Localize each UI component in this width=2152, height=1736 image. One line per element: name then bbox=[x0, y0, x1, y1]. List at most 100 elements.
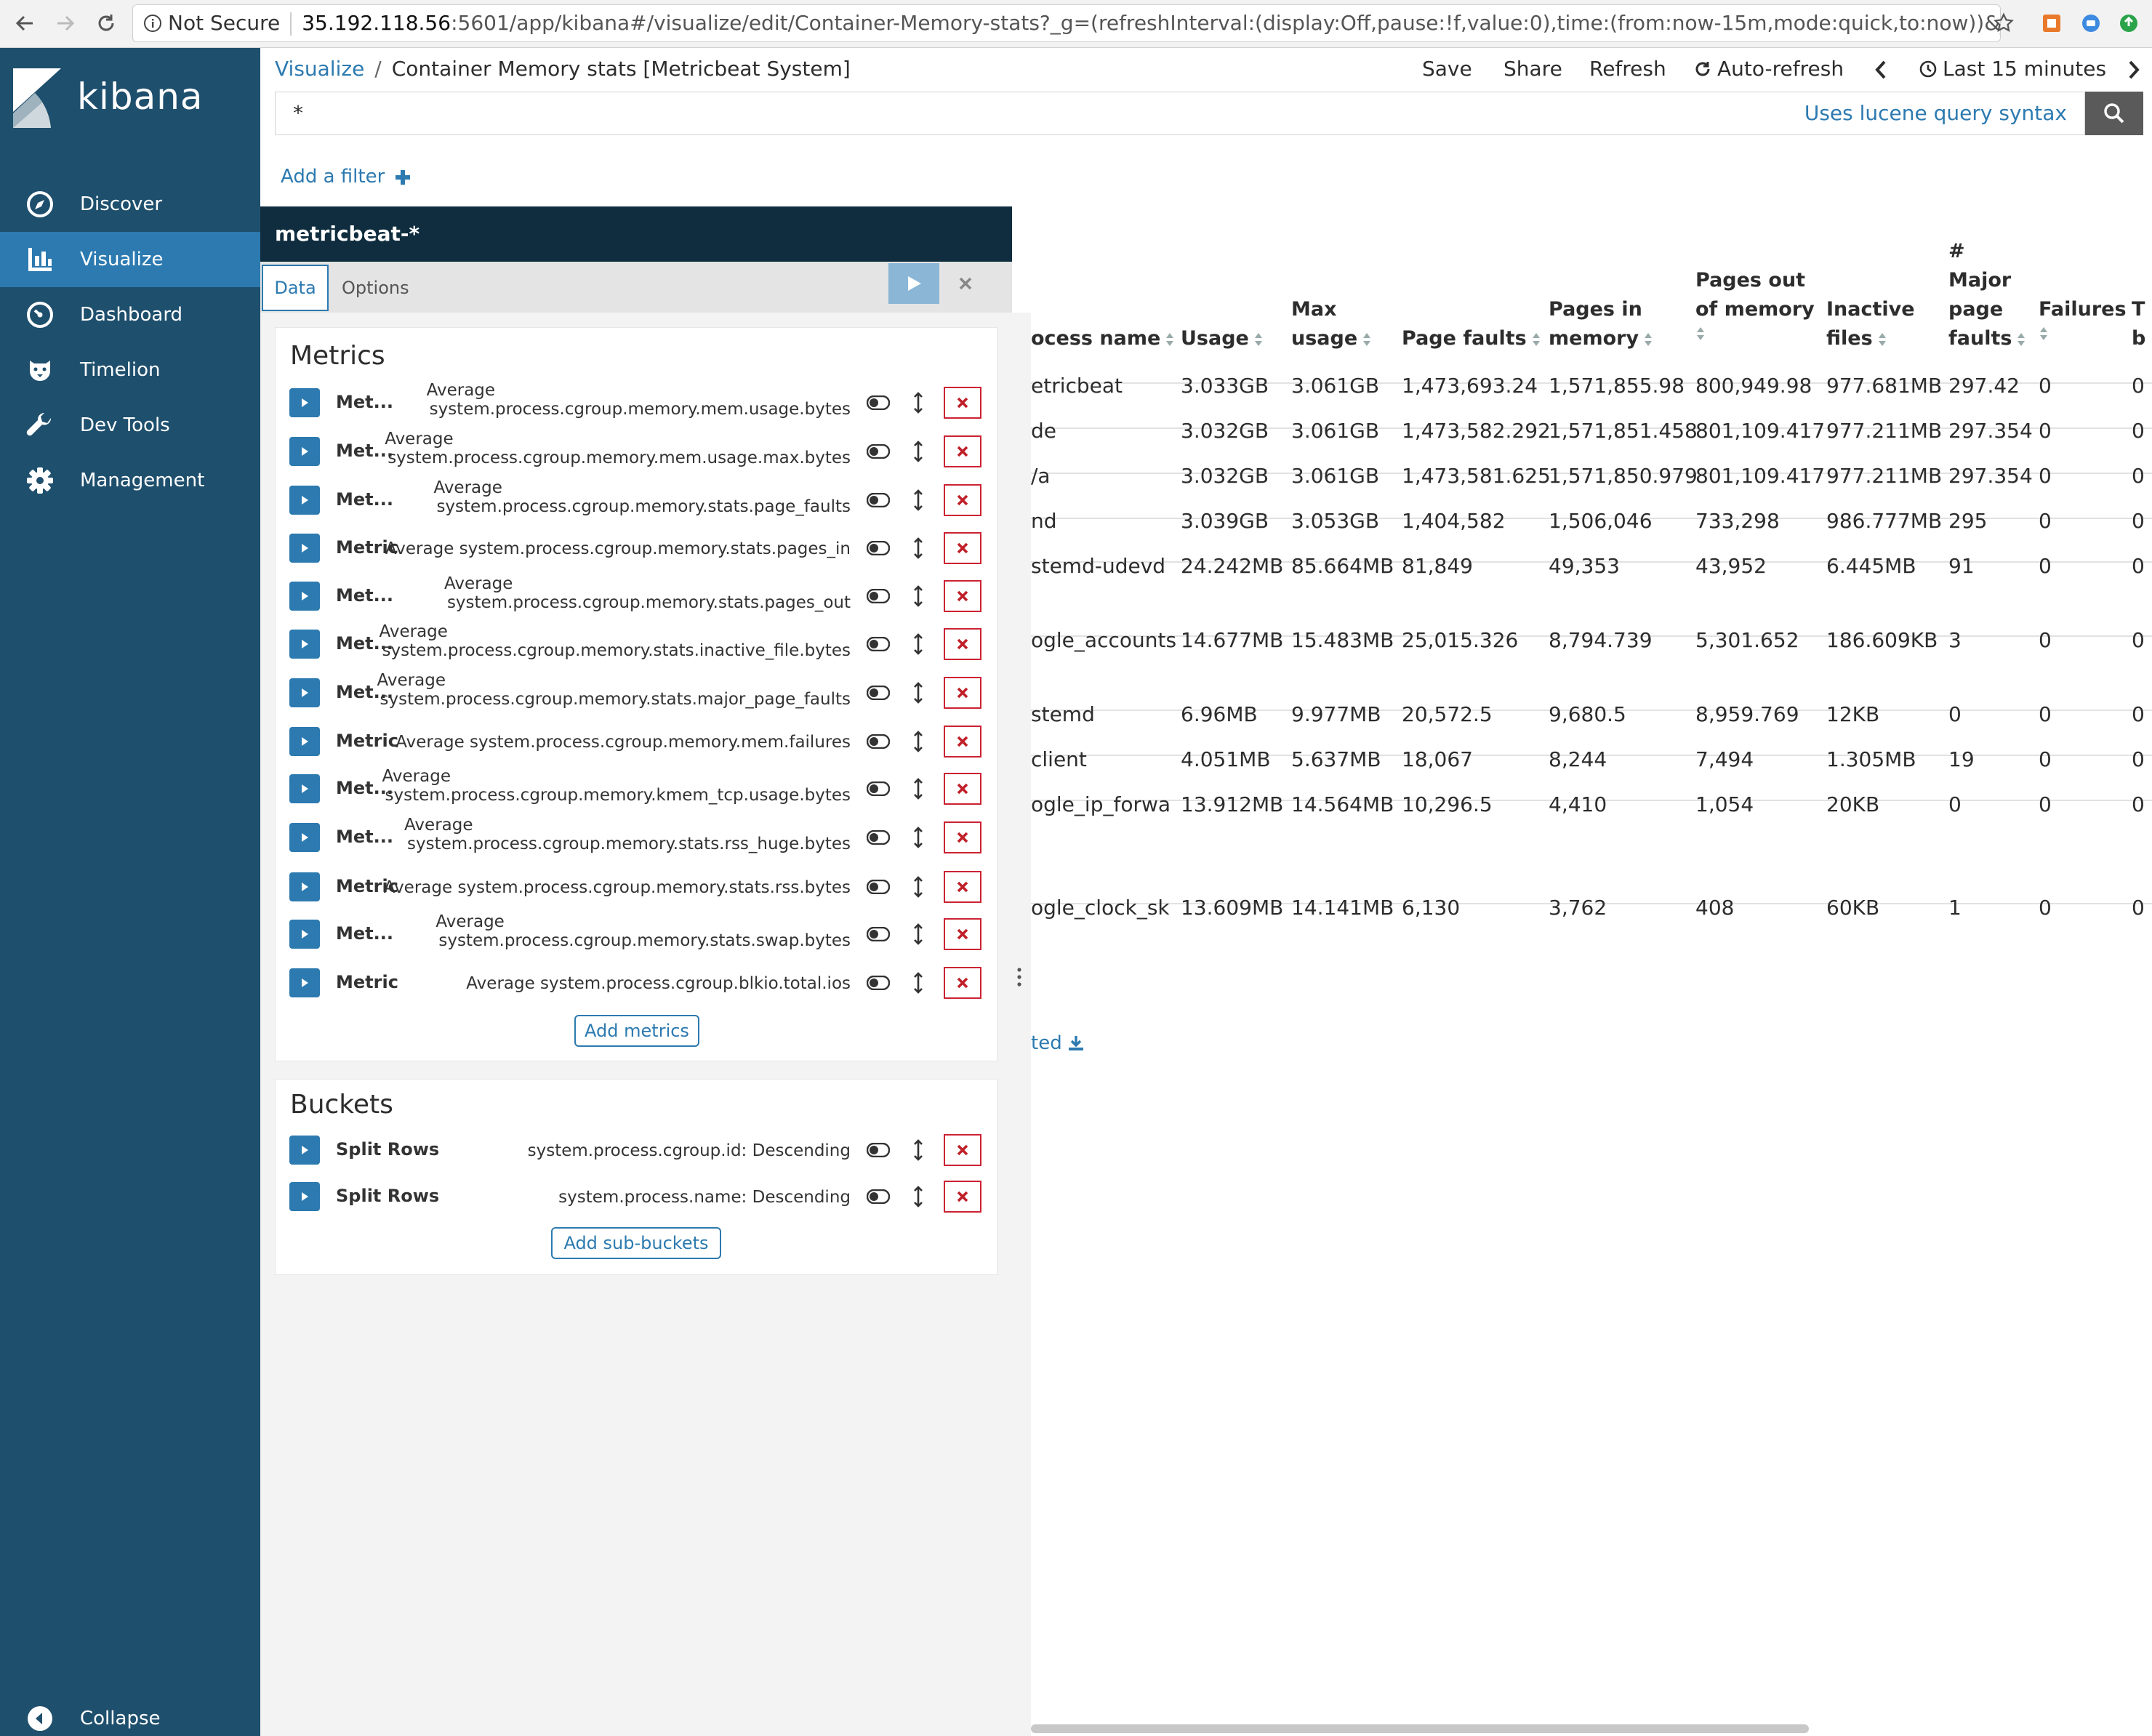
time-back-chevron-icon[interactable] bbox=[1874, 60, 1887, 80]
remove-metric-button[interactable] bbox=[944, 484, 981, 516]
toggle-icon[interactable] bbox=[864, 874, 893, 900]
reload-icon[interactable] bbox=[90, 7, 122, 39]
table-cell[interactable]: stemd bbox=[1031, 702, 1095, 726]
remove-metric-button[interactable] bbox=[944, 387, 981, 419]
back-arrow-icon[interactable] bbox=[9, 7, 41, 39]
table-cell[interactable]: de bbox=[1031, 419, 1056, 443]
sort-arrows-icon[interactable] bbox=[1643, 331, 1653, 347]
remove-metric-button[interactable] bbox=[944, 435, 981, 467]
sidebar-item-dev-tools[interactable]: Dev Tools bbox=[0, 398, 260, 453]
sort-arrows-icon[interactable] bbox=[1165, 331, 1175, 347]
sidebar-item-discover[interactable]: Discover bbox=[0, 177, 260, 232]
forward-arrow-icon[interactable] bbox=[49, 7, 81, 39]
time-forward-chevron-icon[interactable] bbox=[2127, 60, 2140, 80]
toggle-icon[interactable] bbox=[864, 487, 893, 513]
reorder-arrows-icon[interactable] bbox=[907, 680, 929, 706]
search-button[interactable] bbox=[2085, 92, 2143, 135]
remove-metric-button[interactable] bbox=[944, 532, 981, 564]
reorder-arrows-icon[interactable] bbox=[907, 390, 929, 416]
sort-arrows-icon[interactable] bbox=[2039, 326, 2049, 342]
refresh-button[interactable]: Refresh bbox=[1589, 57, 1666, 81]
table-cell[interactable]: etricbeat bbox=[1031, 374, 1123, 398]
table-cell[interactable]: stemd-udevd bbox=[1031, 554, 1165, 578]
reorder-arrows-icon[interactable] bbox=[907, 776, 929, 802]
expand-chevron-icon[interactable] bbox=[289, 920, 320, 949]
toggle-icon[interactable] bbox=[864, 824, 893, 851]
expand-chevron-icon[interactable] bbox=[289, 678, 320, 707]
remove-metric-button[interactable] bbox=[944, 821, 981, 853]
toggle-icon[interactable] bbox=[864, 438, 893, 465]
save-button[interactable]: Save bbox=[1422, 57, 1472, 81]
extension-green-icon[interactable] bbox=[2113, 7, 2145, 39]
expand-chevron-icon[interactable] bbox=[289, 823, 320, 852]
export-formatted-link[interactable]: ted bbox=[1031, 1032, 1084, 1054]
reorder-arrows-icon[interactable] bbox=[907, 438, 929, 465]
breadcrumb-visualize-link[interactable]: Visualize bbox=[275, 57, 364, 81]
toggle-icon[interactable] bbox=[864, 1137, 893, 1163]
sidebar-item-timelion[interactable]: Timelion bbox=[0, 342, 260, 398]
expand-chevron-icon[interactable] bbox=[289, 1136, 320, 1165]
tab-options[interactable]: Options bbox=[342, 265, 409, 311]
remove-metric-button[interactable] bbox=[944, 871, 981, 903]
reorder-arrows-icon[interactable] bbox=[907, 583, 929, 609]
expand-chevron-icon[interactable] bbox=[289, 437, 320, 466]
toggle-icon[interactable] bbox=[864, 1184, 893, 1210]
sort-arrows-icon[interactable] bbox=[1695, 326, 1706, 342]
extension-blue-icon[interactable] bbox=[2075, 7, 2107, 39]
reorder-arrows-icon[interactable] bbox=[907, 874, 929, 900]
remove-metric-button[interactable] bbox=[944, 628, 981, 660]
apply-changes-button[interactable] bbox=[888, 263, 939, 304]
tab-data[interactable]: Data bbox=[262, 265, 329, 311]
address-bar[interactable]: Not Secure 35.192.118.56:5601/app/kibana#… bbox=[132, 4, 2001, 42]
toggle-icon[interactable] bbox=[864, 535, 893, 561]
expand-chevron-icon[interactable] bbox=[289, 1182, 320, 1211]
discard-changes-button[interactable] bbox=[945, 263, 986, 304]
reorder-arrows-icon[interactable] bbox=[907, 921, 929, 947]
sort-arrows-icon[interactable] bbox=[1531, 331, 1541, 347]
expand-chevron-icon[interactable] bbox=[289, 727, 320, 756]
expand-chevron-icon[interactable] bbox=[289, 388, 320, 417]
extension-orange-icon[interactable] bbox=[2036, 7, 2068, 39]
expand-chevron-icon[interactable] bbox=[289, 534, 320, 563]
sidebar-item-management[interactable]: Management bbox=[0, 453, 260, 508]
toggle-icon[interactable] bbox=[864, 921, 893, 947]
remove-metric-button[interactable] bbox=[944, 918, 981, 950]
remove-bucket-button[interactable] bbox=[944, 1181, 981, 1213]
sidebar-item-visualize[interactable]: Visualize bbox=[0, 232, 260, 287]
expand-chevron-icon[interactable] bbox=[289, 582, 320, 611]
sort-arrows-icon[interactable] bbox=[1877, 331, 1887, 347]
expand-chevron-icon[interactable] bbox=[289, 968, 320, 997]
add-metrics-button[interactable]: Add metrics bbox=[574, 1015, 699, 1047]
expand-chevron-icon[interactable] bbox=[289, 630, 320, 659]
time-picker-button[interactable]: Last 15 minutes bbox=[1919, 57, 2106, 81]
auto-refresh-button[interactable]: Auto-refresh bbox=[1694, 57, 1844, 81]
table-cell[interactable]: ogle_clock_sk bbox=[1031, 896, 1170, 920]
sort-arrows-icon[interactable] bbox=[2016, 331, 2026, 347]
expand-chevron-icon[interactable] bbox=[289, 872, 320, 901]
table-cell[interactable]: /a bbox=[1031, 464, 1051, 488]
toggle-icon[interactable] bbox=[864, 728, 893, 755]
remove-bucket-button[interactable] bbox=[944, 1134, 981, 1166]
bookmark-star-icon[interactable] bbox=[1988, 7, 2020, 39]
table-cell[interactable]: ogle_ip_forwa bbox=[1031, 792, 1171, 816]
table-cell[interactable]: client bbox=[1031, 747, 1087, 771]
expand-chevron-icon[interactable] bbox=[289, 486, 320, 515]
remove-metric-button[interactable] bbox=[944, 967, 981, 999]
toggle-icon[interactable] bbox=[864, 970, 893, 996]
remove-metric-button[interactable] bbox=[944, 677, 981, 709]
reorder-arrows-icon[interactable] bbox=[907, 487, 929, 513]
share-button[interactable]: Share bbox=[1503, 57, 1562, 81]
sort-arrows-icon[interactable] bbox=[1253, 331, 1264, 347]
panel-resize-handle-icon[interactable] bbox=[1016, 967, 1022, 989]
remove-metric-button[interactable] bbox=[944, 580, 981, 612]
reorder-arrows-icon[interactable] bbox=[907, 728, 929, 755]
remove-metric-button[interactable] bbox=[944, 773, 981, 805]
remove-metric-button[interactable] bbox=[944, 726, 981, 758]
toggle-icon[interactable] bbox=[864, 680, 893, 706]
reorder-arrows-icon[interactable] bbox=[907, 970, 929, 996]
horizontal-scrollbar[interactable] bbox=[1031, 1724, 1809, 1733]
sort-arrows-icon[interactable] bbox=[1362, 331, 1372, 347]
search-input[interactable]: * Uses lucene query syntax bbox=[275, 92, 2085, 135]
reorder-arrows-icon[interactable] bbox=[907, 1137, 929, 1163]
toggle-icon[interactable] bbox=[864, 631, 893, 657]
